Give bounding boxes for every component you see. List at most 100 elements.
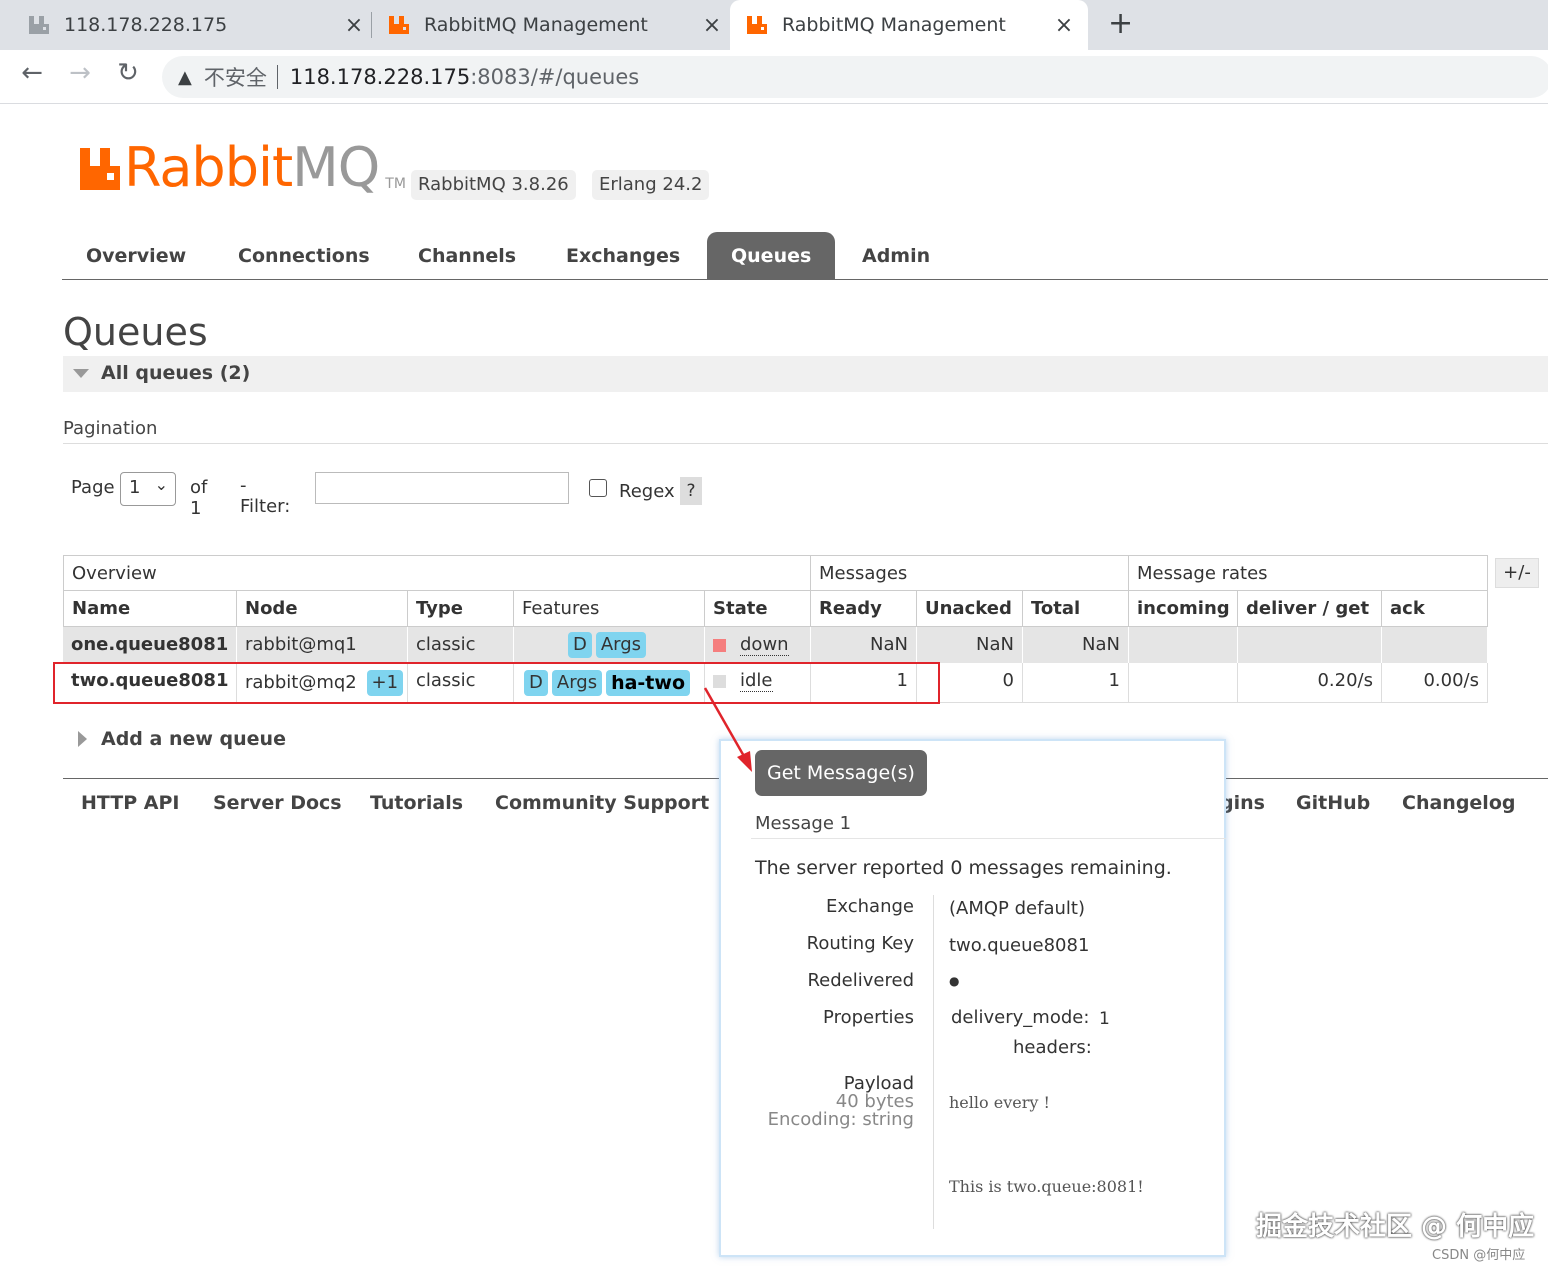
queue-incoming-rate bbox=[1129, 663, 1238, 703]
tab-title: RabbitMQ Management bbox=[782, 14, 1006, 36]
queue-node: rabbit@mq1 bbox=[237, 627, 408, 663]
column-header-features: Features bbox=[514, 591, 705, 627]
feature-durable-tag[interactable]: D bbox=[567, 632, 592, 658]
menu-exchanges[interactable]: Exchanges bbox=[542, 232, 704, 279]
new-tab-button[interactable]: + bbox=[1108, 6, 1133, 41]
redelivered-label: Redelivered bbox=[807, 970, 914, 991]
queue-deliver-get-rate: 0.20/s bbox=[1238, 663, 1382, 703]
delivery-mode-label: delivery_mode: bbox=[951, 1007, 1090, 1028]
page-count: of 1 bbox=[190, 477, 208, 519]
column-header-state[interactable]: State bbox=[705, 591, 811, 627]
logo-trademark: TM bbox=[385, 176, 406, 192]
message-divider bbox=[751, 838, 1226, 839]
warning-icon[interactable]: ▲ bbox=[178, 67, 192, 88]
rabbitmq-version-badge: RabbitMQ 3.8.26 bbox=[411, 170, 576, 200]
all-queues-section-toggle[interactable]: All queues (2) bbox=[63, 356, 1548, 392]
close-tab-icon[interactable]: × bbox=[1052, 13, 1076, 38]
browser-tab-3[interactable]: RabbitMQ Management × bbox=[730, 0, 1088, 50]
routing-key-value: two.queue8081 bbox=[949, 935, 1090, 956]
footer-link-http-api[interactable]: HTTP API bbox=[81, 792, 180, 814]
add-queue-section-toggle[interactable]: Add a new queue bbox=[78, 728, 286, 750]
exchange-value: (AMQP default) bbox=[949, 898, 1085, 919]
section-label: All queues (2) bbox=[101, 362, 251, 384]
queue-unacked: NaN bbox=[917, 627, 1023, 663]
delivery-mode-value: 1 bbox=[1099, 1009, 1110, 1029]
close-tab-icon[interactable]: × bbox=[700, 13, 724, 38]
queue-deliver-get-rate bbox=[1238, 627, 1382, 663]
queue-features: D Args bbox=[514, 627, 705, 663]
footer-link-server-docs[interactable]: Server Docs bbox=[213, 792, 342, 814]
back-arrow-icon[interactable]: ← bbox=[14, 58, 50, 88]
watermark-text: 掘金技术社区 @ 何中应 bbox=[1256, 1212, 1535, 1242]
column-header-deliver-get[interactable]: deliver / get bbox=[1238, 591, 1382, 627]
routing-key-label: Routing Key bbox=[806, 933, 914, 954]
column-header-unacked[interactable]: Unacked bbox=[917, 591, 1023, 627]
column-header-ready[interactable]: Ready bbox=[811, 591, 917, 627]
headers-label: headers: bbox=[1013, 1037, 1092, 1058]
footer-link-plugins[interactable]: gins bbox=[1220, 792, 1265, 814]
insecure-label[interactable]: 不安全 bbox=[204, 62, 267, 92]
properties-label: Properties bbox=[823, 1007, 914, 1028]
remaining-prefix: The server reported bbox=[755, 857, 951, 879]
queue-type: classic bbox=[408, 627, 514, 663]
queue-incoming-rate bbox=[1129, 627, 1238, 663]
menu-connections[interactable]: Connections bbox=[214, 232, 394, 279]
footer-link-community-support[interactable]: Community Support bbox=[495, 792, 709, 814]
browser-tab-2[interactable]: RabbitMQ Management × bbox=[388, 0, 724, 50]
queue-ready: NaN bbox=[811, 627, 917, 663]
footer-link-github[interactable]: GitHub bbox=[1296, 792, 1370, 814]
rabbitmq-logo[interactable]: Rabbit MQ TM bbox=[80, 140, 406, 196]
address-divider bbox=[276, 65, 278, 89]
column-header-type[interactable]: Type bbox=[408, 591, 514, 627]
browser-tab-1[interactable]: 118.178.228.175 × bbox=[28, 0, 366, 50]
group-header-message-rates: Message rates bbox=[1129, 555, 1488, 591]
address-bar[interactable]: ▲ 不安全 118.178.228.175 :8083/#/queues bbox=[162, 56, 1548, 98]
page-select-value: 1 bbox=[129, 477, 141, 498]
close-tab-icon[interactable]: × bbox=[342, 13, 366, 38]
page-title: Queues bbox=[63, 310, 208, 354]
chevron-down-icon: ⌄ bbox=[154, 475, 168, 494]
column-header-total[interactable]: Total bbox=[1023, 591, 1129, 627]
page-label: Page bbox=[71, 477, 115, 498]
column-header-ack[interactable]: ack bbox=[1382, 591, 1488, 627]
group-header-messages: Messages bbox=[811, 555, 1129, 591]
get-message-popup: Get Message(s) Message 1 The server repo… bbox=[719, 739, 1226, 1257]
get-messages-button[interactable]: Get Message(s) bbox=[755, 750, 927, 796]
main-menu: Overview Connections Channels Exchanges … bbox=[62, 232, 1548, 280]
column-toggle-button[interactable]: +/- bbox=[1495, 558, 1539, 588]
regex-help-button[interactable]: ? bbox=[680, 477, 702, 505]
regex-checkbox[interactable] bbox=[589, 479, 607, 497]
message-title: Message 1 bbox=[755, 813, 852, 834]
browser-toolbar: ← → ↻ ▲ 不安全 118.178.228.175 :8083/#/queu… bbox=[0, 50, 1548, 104]
menu-queues[interactable]: Queues bbox=[707, 232, 836, 279]
url-path: :8083/#/queues bbox=[470, 65, 640, 89]
rabbitmq-favicon-icon bbox=[388, 14, 410, 36]
collapse-triangle-icon bbox=[73, 369, 89, 378]
watermark-small-text: CSDN @何中应 bbox=[1432, 1248, 1526, 1263]
queue-name-link[interactable]: one.queue8081 bbox=[63, 627, 237, 663]
menu-admin[interactable]: Admin bbox=[838, 232, 954, 279]
column-header-name[interactable]: Name bbox=[63, 591, 237, 627]
feature-args-tag[interactable]: Args bbox=[595, 632, 647, 658]
menu-overview[interactable]: Overview bbox=[62, 232, 210, 279]
column-header-node[interactable]: Node bbox=[237, 591, 408, 627]
menu-channels[interactable]: Channels bbox=[394, 232, 540, 279]
footer-link-tutorials[interactable]: Tutorials bbox=[370, 792, 463, 814]
queue-state: down bbox=[705, 627, 811, 663]
filter-input[interactable] bbox=[315, 472, 569, 504]
remaining-suffix: messages remaining. bbox=[962, 857, 1172, 879]
forward-arrow-icon[interactable]: → bbox=[62, 58, 98, 88]
page-select[interactable]: 1 ⌄ bbox=[120, 472, 176, 506]
group-header-overview: Overview bbox=[63, 555, 811, 591]
footer-link-changelog[interactable]: Changelog bbox=[1402, 792, 1515, 814]
column-header-incoming[interactable]: incoming bbox=[1129, 591, 1238, 627]
redelivered-bullet-icon: ● bbox=[949, 974, 960, 988]
annotation-highlight-box bbox=[53, 662, 940, 704]
pagination-title: Pagination bbox=[63, 418, 158, 439]
expand-triangle-icon bbox=[78, 731, 87, 747]
reload-icon[interactable]: ↻ bbox=[110, 58, 146, 88]
tab-title: RabbitMQ Management bbox=[424, 14, 648, 36]
payload-encoding: Encoding: string bbox=[767, 1109, 914, 1130]
state-label[interactable]: down bbox=[740, 635, 789, 656]
queue-ack-rate: 0.00/s bbox=[1382, 663, 1488, 703]
